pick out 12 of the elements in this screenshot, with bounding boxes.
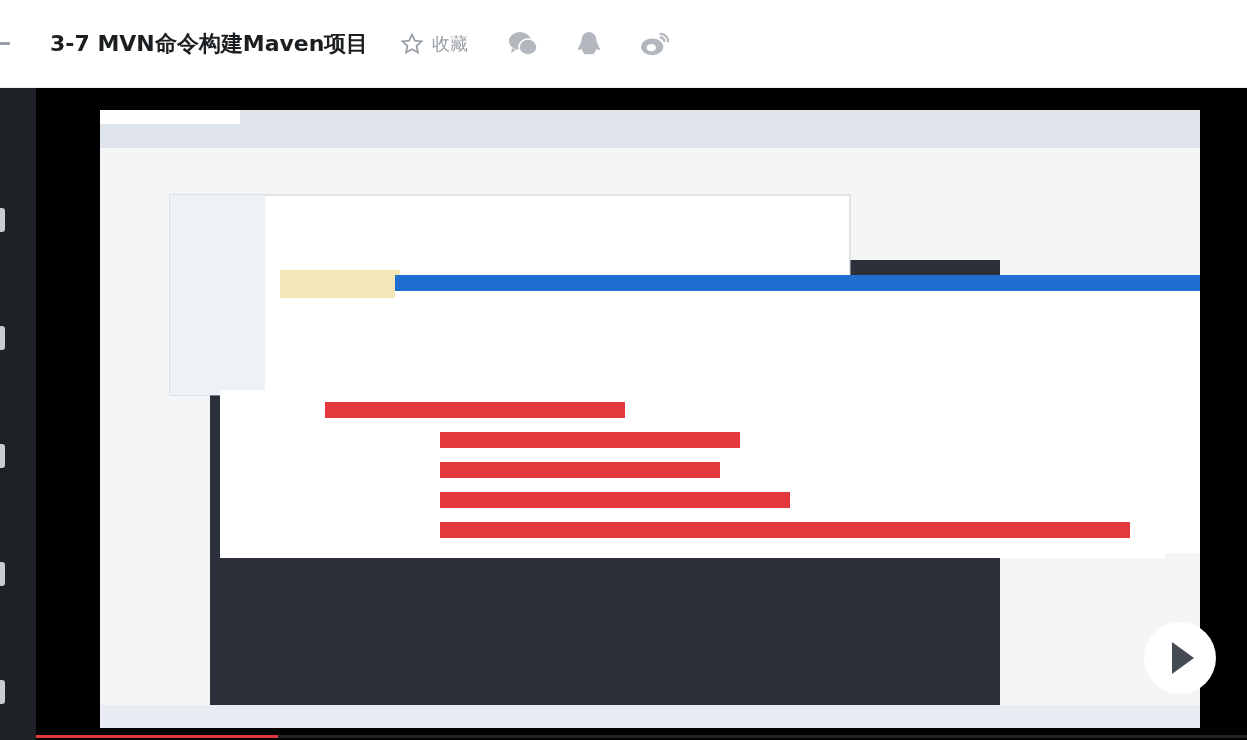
sidebar-icon[interactable] (0, 444, 5, 468)
eye-logo-icon[interactable] (640, 30, 671, 57)
play-icon (1172, 642, 1194, 674)
star-icon (400, 31, 425, 56)
favorite-button[interactable]: 收藏 (400, 31, 469, 56)
progress-track[interactable] (36, 735, 1247, 738)
sidebar-icon[interactable] (0, 208, 5, 232)
sidebar-icon[interactable] (0, 680, 5, 704)
lesson-title: 3-7 MVN命令构建Maven项目 (50, 29, 369, 58)
sidebar-icon[interactable] (0, 562, 5, 586)
sidebar-icon[interactable] (0, 326, 5, 350)
chat-bubbles-icon[interactable] (508, 30, 539, 57)
